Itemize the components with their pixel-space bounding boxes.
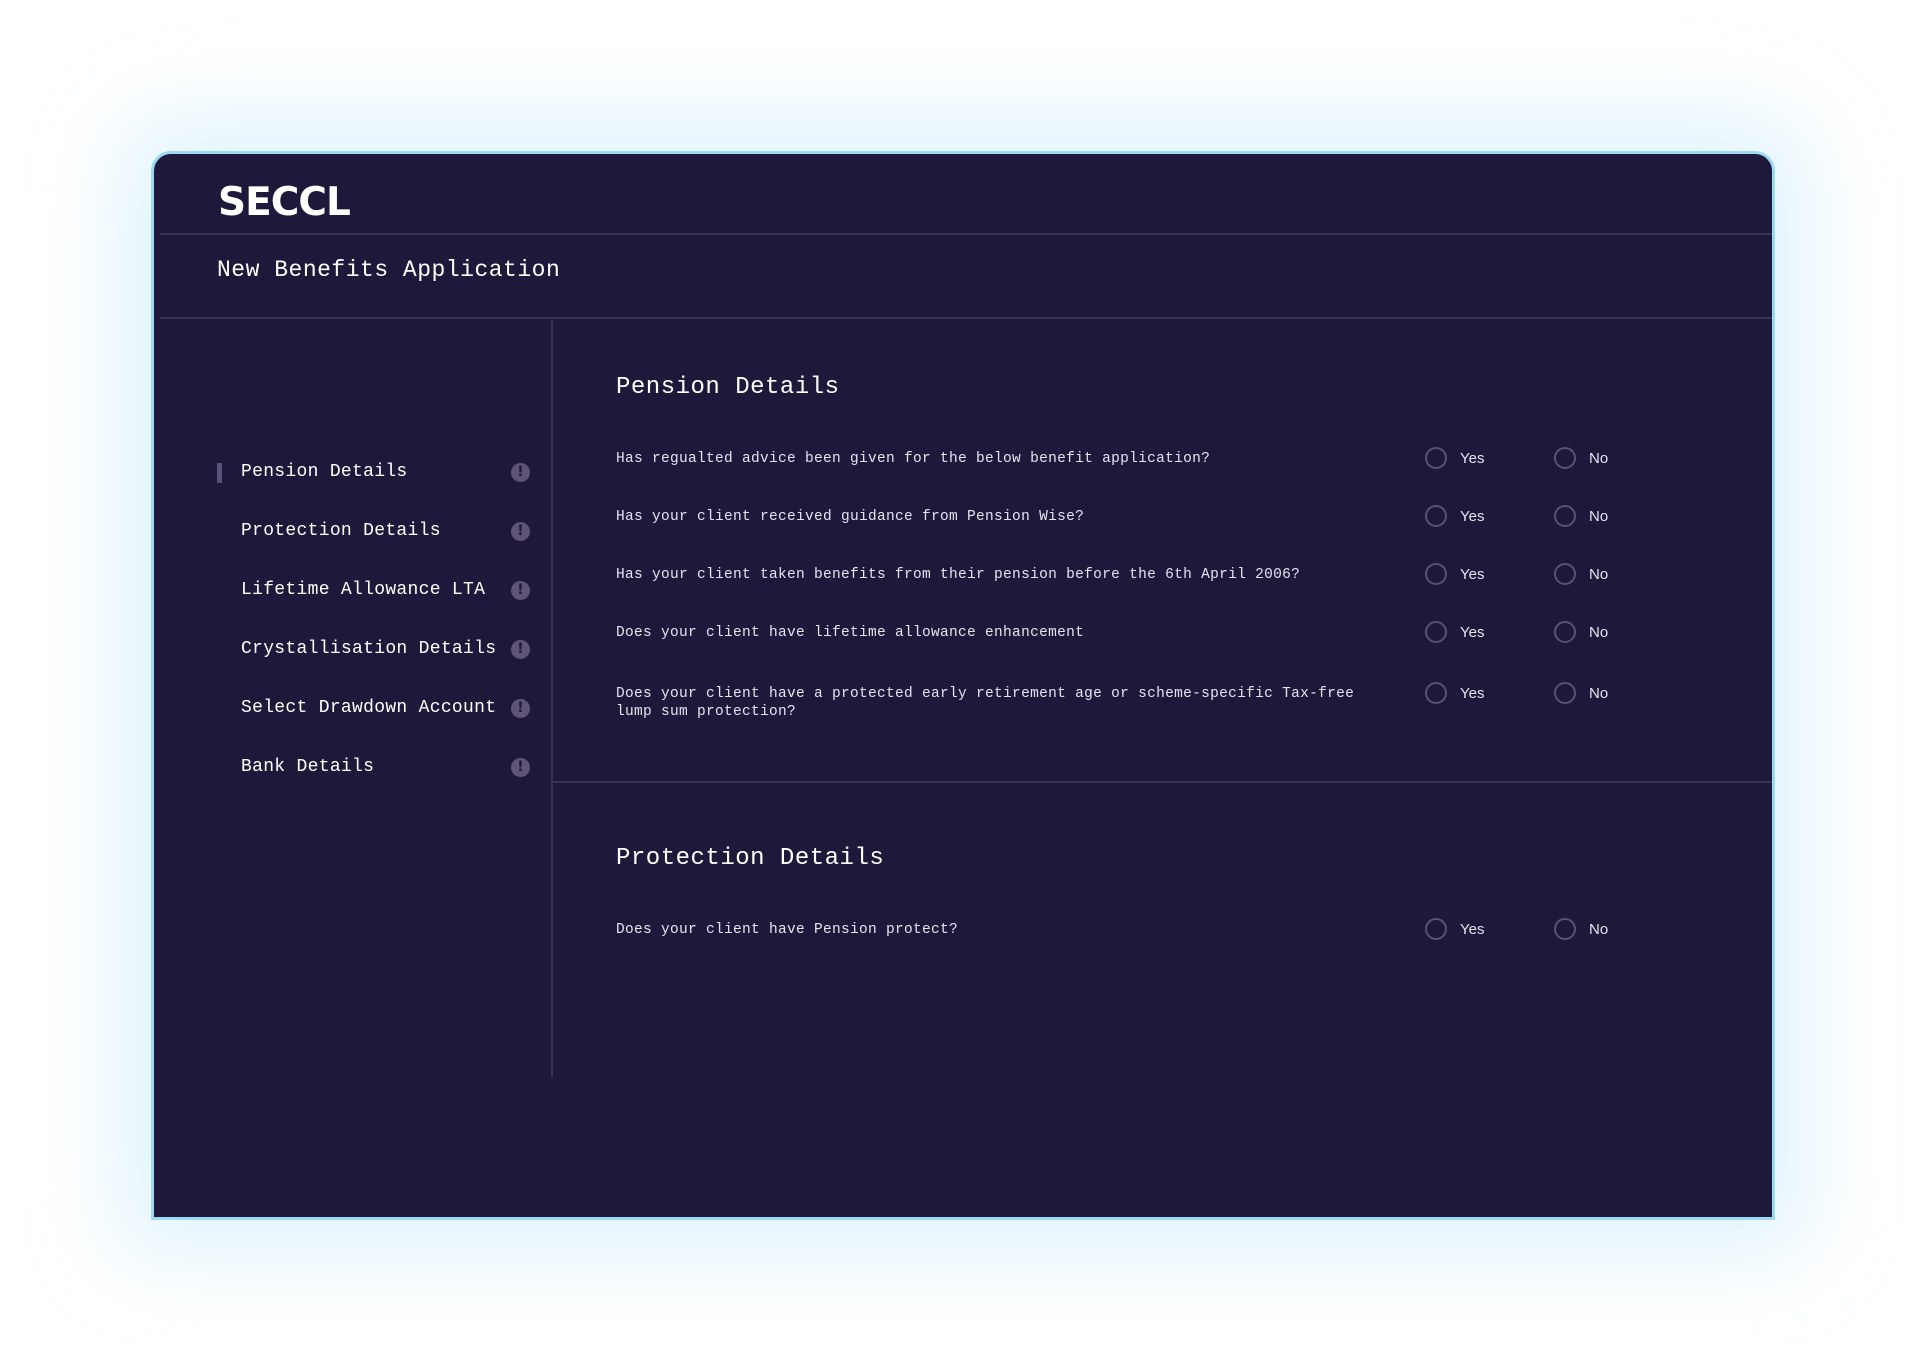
warning-icon: ! — [511, 640, 530, 659]
radio-no[interactable]: No — [1554, 563, 1608, 585]
question-pension-protect: Does your client have Pension protect? — [616, 922, 959, 938]
radio-circle-icon[interactable] — [1425, 563, 1447, 585]
active-indicator — [217, 463, 222, 483]
radio-yes[interactable]: Yes — [1425, 447, 1484, 469]
radio-label: No — [1589, 449, 1609, 467]
sidebar-item-label: Pension Details — [241, 462, 408, 482]
radio-label: Yes — [1460, 684, 1485, 702]
sidebar-item-label: Bank Details — [241, 757, 375, 777]
header-divider — [160, 233, 1772, 235]
radio-circle-icon[interactable] — [1425, 918, 1447, 940]
radio-no[interactable]: No — [1554, 505, 1608, 527]
question-lta-enhancement: Does your client have lifetime allowance… — [616, 625, 1085, 641]
sidebar-item-label: Lifetime Allowance LTA — [241, 580, 486, 600]
radio-no[interactable]: No — [1554, 447, 1608, 469]
radio-circle-icon[interactable] — [1554, 447, 1576, 469]
radio-label: Yes — [1460, 449, 1485, 467]
seccl-logo[interactable]: SECCL — [218, 180, 351, 225]
sidebar-item-protection-details[interactable]: Protection Details ! — [154, 513, 551, 553]
warning-icon: ! — [511, 699, 530, 718]
radio-circle-icon[interactable] — [1554, 918, 1576, 940]
sidebar-item-bank-details[interactable]: Bank Details ! — [154, 749, 551, 789]
radio-circle-icon[interactable] — [1425, 505, 1447, 527]
sidebar-item-lifetime-allowance[interactable]: Lifetime Allowance LTA ! — [154, 572, 551, 612]
radio-no[interactable]: No — [1554, 621, 1608, 643]
radio-label: No — [1589, 507, 1609, 525]
radio-circle-icon[interactable] — [1554, 682, 1576, 704]
sidebar-item-select-drawdown-account[interactable]: Select Drawdown Account ! — [154, 690, 551, 730]
radio-circle-icon[interactable] — [1425, 621, 1447, 643]
question-regulated-advice: Has regualted advice been given for the … — [616, 451, 1211, 467]
radio-circle-icon[interactable] — [1554, 621, 1576, 643]
radio-label: No — [1589, 565, 1609, 583]
question-benefits-before-2006: Has your client taken benefits from thei… — [616, 567, 1301, 583]
sidebar-item-crystallisation-details[interactable]: Crystallisation Details ! — [154, 631, 551, 671]
radio-yes[interactable]: Yes — [1425, 621, 1484, 643]
radio-label: No — [1589, 623, 1609, 641]
sidebar-item-label: Crystallisation Details — [241, 639, 497, 659]
warning-icon: ! — [511, 522, 530, 541]
sidebar-item-label: Select Drawdown Account — [241, 698, 497, 718]
radio-yes[interactable]: Yes — [1425, 682, 1484, 704]
radio-no[interactable]: No — [1554, 918, 1608, 940]
radio-circle-icon[interactable] — [1554, 505, 1576, 527]
question-pension-wise: Has your client received guidance from P… — [616, 509, 1085, 525]
section-title-protection-details: Protection Details — [616, 845, 885, 872]
app-window: SECCL New Benefits Application Pension D… — [151, 151, 1775, 1220]
radio-circle-icon[interactable] — [1425, 447, 1447, 469]
warning-icon: ! — [511, 758, 530, 777]
radio-label: Yes — [1460, 507, 1485, 525]
sidebar-item-pension-details[interactable]: Pension Details ! — [154, 454, 551, 494]
sidebar-divider — [551, 319, 553, 1077]
radio-no[interactable]: No — [1554, 682, 1608, 704]
page-title: New Benefits Application — [217, 257, 561, 283]
radio-yes[interactable]: Yes — [1425, 563, 1484, 585]
section-divider — [553, 781, 1772, 783]
radio-label: Yes — [1460, 623, 1485, 641]
radio-label: Yes — [1460, 565, 1485, 583]
title-divider — [160, 317, 1772, 319]
radio-circle-icon[interactable] — [1554, 563, 1576, 585]
radio-label: Yes — [1460, 920, 1485, 938]
radio-label: No — [1589, 920, 1609, 938]
radio-yes[interactable]: Yes — [1425, 505, 1484, 527]
section-title-pension-details: Pension Details — [616, 374, 840, 401]
sidebar-item-label: Protection Details — [241, 521, 441, 541]
question-protected-retirement-age: Does your client have a protected early … — [616, 686, 1355, 720]
warning-icon: ! — [511, 581, 530, 600]
warning-icon: ! — [511, 463, 530, 482]
radio-circle-icon[interactable] — [1425, 682, 1447, 704]
radio-yes[interactable]: Yes — [1425, 918, 1484, 940]
radio-label: No — [1589, 684, 1609, 702]
